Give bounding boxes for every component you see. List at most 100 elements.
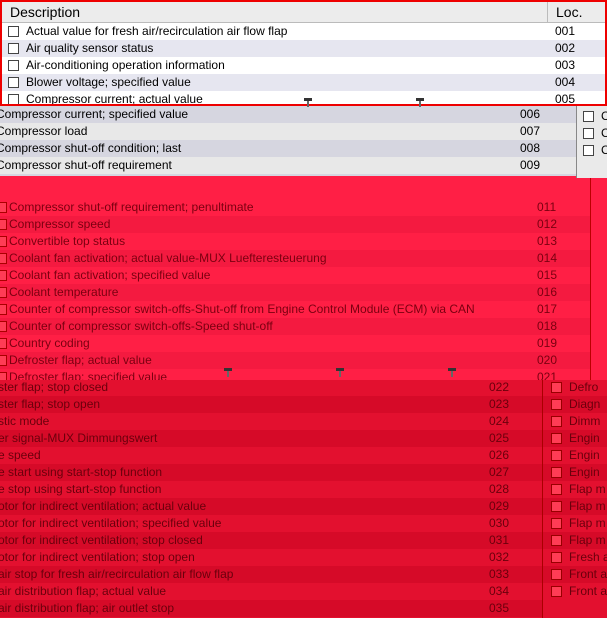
list-item[interactable]: Coolant temperature 016 [0, 284, 590, 301]
row-checkbox[interactable] [0, 304, 7, 315]
row-checkbox[interactable] [0, 219, 7, 230]
row-checkbox[interactable] [8, 94, 19, 104]
list-item[interactable]: Engin [543, 447, 607, 464]
list-item[interactable]: C [577, 108, 607, 125]
row-checkbox[interactable] [8, 43, 19, 54]
list-item[interactable]: Compressor shut-off requirement 009 [0, 157, 576, 174]
list-item[interactable]: otor for indirect ventilation; stop open… [0, 549, 542, 566]
list-item[interactable]: Blower voltage; specified value 004 [2, 74, 605, 91]
list-item[interactable]: Defroster flap; actual value 020 [0, 352, 590, 369]
list-item[interactable]: C [577, 125, 607, 142]
list-item[interactable]: air distribution flap; air outlet stop 03… [0, 600, 542, 617]
list-item[interactable]: C [577, 142, 607, 159]
list-item[interactable]: Front a [543, 583, 607, 600]
list-item[interactable]: Front a [543, 566, 607, 583]
list-item[interactable]: otor for indirect ventilation; specified… [0, 515, 542, 532]
list-item[interactable]: Compressor load 007 [0, 123, 576, 140]
list-item[interactable]: Fresh a [543, 549, 607, 566]
row-checkbox[interactable] [8, 26, 19, 37]
row-checkbox[interactable] [583, 145, 594, 156]
list-item[interactable]: Air quality sensor status 002 [2, 40, 605, 57]
row-checkbox[interactable] [551, 399, 562, 410]
row-checkbox[interactable] [0, 236, 7, 247]
list-item[interactable]: e stop using start-stop function 028 [0, 481, 542, 498]
list-item[interactable]: Engin [543, 464, 607, 481]
list-item[interactable]: Defro [543, 379, 607, 396]
row-checkbox[interactable] [583, 111, 594, 122]
row-checkbox[interactable] [583, 128, 594, 139]
description-header-label: Description [10, 4, 81, 20]
list-item[interactable]: otor for indirect ventilation; stop clos… [0, 532, 542, 549]
list-item[interactable]: Compressor shut-off requirement; anteper… [0, 174, 576, 176]
column-header-description[interactable]: Description [2, 2, 548, 23]
row-checkbox[interactable] [551, 450, 562, 461]
row-loc: 016 [537, 285, 558, 299]
list-item[interactable]: e start using start-stop function 027 [0, 464, 542, 481]
list-item[interactable]: Counter of compressor switch-offs-Shut-o… [0, 301, 590, 318]
row-checkbox[interactable] [551, 501, 562, 512]
column-splitter-icon[interactable] [416, 98, 424, 107]
row-checkbox[interactable] [551, 569, 562, 580]
row-checkbox[interactable] [0, 321, 7, 332]
row-loc: 004 [555, 75, 576, 89]
list-item[interactable]: Dimm [543, 413, 607, 430]
row-checkbox[interactable] [551, 467, 562, 478]
list-item[interactable]: ster flap; stop open 023 [0, 396, 542, 413]
list-item[interactable]: Country coding 019 [0, 335, 590, 352]
list-item[interactable]: stic mode 024 [0, 413, 542, 430]
row-checkbox[interactable] [0, 355, 7, 366]
row-checkbox[interactable] [551, 518, 562, 529]
list-item[interactable]: Air-conditioning operation information 00… [2, 57, 605, 74]
list-item[interactable]: Flap m [543, 481, 607, 498]
list-item[interactable]: Compressor shut-off condition; last 008 [0, 140, 576, 157]
row-description: Dimm [569, 414, 601, 428]
list-item[interactable]: Flap m [543, 498, 607, 515]
list-item[interactable]: Compressor speed 012 [0, 216, 590, 233]
column-header-loc[interactable]: Loc. [548, 2, 605, 23]
column-splitter-icon[interactable] [336, 368, 344, 377]
list-item[interactable]: Flap m [543, 532, 607, 549]
row-checkbox[interactable] [551, 433, 562, 444]
row-description: air stop for fresh air/recirculation air… [0, 567, 234, 581]
list-item[interactable]: air distribution flap; actual value 034 [0, 583, 542, 600]
row-checkbox[interactable] [0, 338, 7, 349]
column-splitter-icon[interactable] [304, 98, 312, 107]
list-item[interactable]: Engin [543, 430, 607, 447]
list-item[interactable]: Flap m [543, 515, 607, 532]
list-item[interactable]: Compressor current; specified value 006 [0, 106, 576, 123]
list-item[interactable]: otor for indirect ventilation; actual va… [0, 498, 542, 515]
list-item[interactable]: Counter of compressor switch-offs-Speed … [0, 318, 590, 335]
row-checkbox[interactable] [0, 270, 7, 281]
list-item[interactable]: Defroster flap; specified value 021 [0, 369, 590, 380]
row-checkbox[interactable] [0, 253, 7, 264]
row-checkbox[interactable] [551, 416, 562, 427]
row-checkbox[interactable] [8, 77, 19, 88]
row-checkbox[interactable] [551, 552, 562, 563]
row-loc: 022 [489, 380, 510, 394]
row-checkbox[interactable] [0, 372, 7, 380]
list-item[interactable]: ster flap; stop closed 022 [0, 379, 542, 396]
list-item[interactable]: Coolant fan activation; actual value-MUX… [0, 250, 590, 267]
row-checkbox[interactable] [0, 202, 7, 213]
column-splitter-icon[interactable] [224, 368, 232, 377]
row-checkbox[interactable] [551, 586, 562, 597]
list-item[interactable]: air stop for fresh air/recirculation air… [0, 566, 542, 583]
row-checkbox[interactable] [551, 382, 562, 393]
row-description: air distribution flap; actual value [0, 584, 167, 598]
row-checkbox[interactable] [551, 484, 562, 495]
column-splitter-icon[interactable] [448, 368, 456, 377]
row-description: Compressor speed [9, 217, 111, 231]
row-description: Coolant fan activation; specified value [9, 268, 211, 282]
row-checkbox[interactable] [8, 60, 19, 71]
row-checkbox[interactable] [0, 287, 7, 298]
list-item[interactable]: Diagn [543, 396, 607, 413]
list-item[interactable]: Compressor shut-off requirement; penulti… [0, 199, 590, 216]
list-item[interactable]: e speed 026 [0, 447, 542, 464]
list-item[interactable]: Coolant fan activation; specified value 0… [0, 267, 590, 284]
list-item[interactable]: er signal-MUX Dimmungswert 025 [0, 430, 542, 447]
list-item[interactable]: Actual value for fresh air/recirculation… [2, 23, 605, 40]
row-description: Flap m [569, 533, 606, 547]
list-item[interactable]: Convertible top status 013 [0, 233, 590, 250]
row-description: Front a [569, 567, 607, 581]
row-checkbox[interactable] [551, 535, 562, 546]
